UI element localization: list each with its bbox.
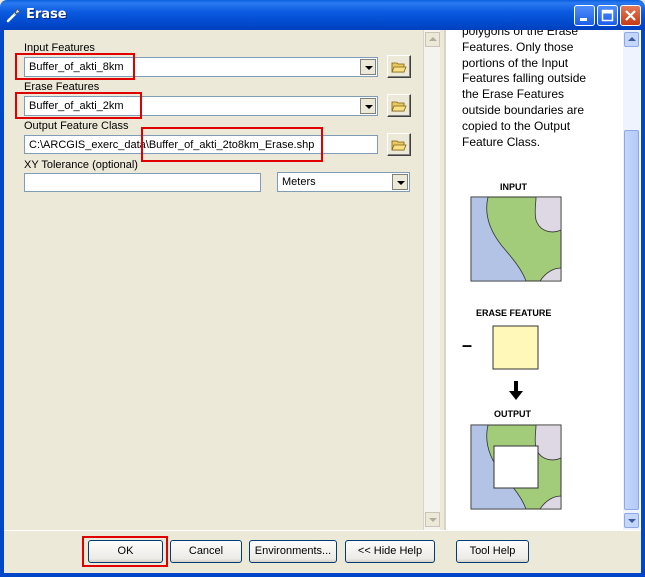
help-line: polygons of the Erase (462, 30, 579, 38)
down-arrow-icon (509, 381, 523, 400)
help-scroll-thumb[interactable] (624, 130, 639, 510)
dialog-button-bar: OK Cancel Environments... << Hide Help T… (4, 530, 641, 573)
window-frame-right (641, 30, 645, 577)
chevron-down-icon[interactable] (360, 59, 376, 75)
erase-features-browse-button[interactable] (387, 94, 411, 117)
input-features-combo[interactable]: Buffer_of_akti_8km (24, 57, 378, 77)
open-folder-icon (391, 140, 407, 151)
help-line: the Erase Features (462, 87, 565, 102)
erase-features-combo[interactable]: Buffer_of_akti_2km (24, 96, 378, 116)
chevron-down-icon[interactable] (392, 174, 408, 190)
minus-sign: – (462, 335, 473, 355)
input-features-label: Input Features (24, 42, 95, 54)
help-panel: polygons of the Erase Features. Only tho… (444, 30, 641, 530)
erase-feature-diagram (492, 325, 539, 370)
environments-button[interactable]: Environments... (249, 540, 337, 563)
input-map-diagram (470, 196, 562, 282)
diagram-erase-label: ERASE FEATURE (476, 308, 552, 318)
parameters-scrollbar[interactable] (423, 30, 440, 530)
maximize-icon (601, 9, 614, 22)
help-line: Feature Class. (462, 134, 541, 149)
close-icon (625, 10, 636, 21)
close-button[interactable] (620, 5, 641, 26)
help-description: polygons of the Erase Features. Only tho… (462, 30, 622, 150)
erase-features-label: Erase Features (24, 81, 100, 93)
output-path-prefix: C:\ARCGIS_exerc_data (29, 139, 146, 151)
diagram-output-label: OUTPUT (494, 409, 531, 419)
help-scrollbar[interactable] (623, 30, 640, 530)
output-feature-class-field[interactable]: C:\ARCGIS_exerc_data\Buffer_of_akti_2to8… (24, 135, 378, 154)
hide-help-button[interactable]: << Hide Help (345, 540, 435, 563)
cancel-button[interactable]: Cancel (170, 540, 242, 563)
output-path-value: C:\ARCGIS_exerc_data\Buffer_of_akti_2to8… (29, 139, 314, 151)
output-feature-class-label: Output Feature Class (24, 120, 129, 132)
open-folder-icon (391, 101, 407, 112)
window-frame-bottom (0, 573, 645, 577)
help-line: Features. Only those (462, 39, 574, 54)
diagram-input-label: INPUT (500, 182, 527, 192)
output-map-diagram (470, 424, 562, 510)
help-line: portions of the Input (462, 55, 569, 70)
help-line: outside boundaries are (462, 102, 585, 117)
open-folder-icon (391, 62, 407, 73)
title-bar[interactable]: Erase (0, 0, 645, 30)
help-line: Features falling outside (462, 71, 587, 86)
chevron-down-icon[interactable] (360, 98, 376, 114)
xy-tolerance-field[interactable] (24, 173, 261, 192)
help-scroll-down-arrow[interactable] (624, 513, 639, 528)
ok-button[interactable]: OK (88, 540, 163, 563)
window-title: Erase (26, 7, 67, 22)
maximize-button[interactable] (597, 5, 618, 26)
scroll-down-arrow[interactable] (425, 512, 440, 527)
xy-tolerance-label: XY Tolerance (optional) (24, 159, 138, 171)
erase-features-value: Buffer_of_akti_2km (29, 100, 124, 112)
help-line: copied to the Output (462, 118, 571, 133)
output-path-suffix: \Buffer_of_akti_2to8km_Erase.shp (145, 139, 315, 151)
input-features-browse-button[interactable] (387, 55, 411, 78)
tool-help-button[interactable]: Tool Help (456, 540, 529, 563)
units-value: Meters (282, 176, 316, 188)
output-browse-button[interactable] (387, 133, 411, 156)
wrench-icon (6, 8, 21, 23)
minimize-button[interactable] (574, 5, 595, 26)
scroll-up-arrow[interactable] (425, 32, 440, 47)
help-scroll-up-arrow[interactable] (624, 32, 639, 47)
xy-tolerance-units-select[interactable]: Meters (277, 172, 410, 192)
parameters-panel: Input Features Buffer_of_akti_8km Erase … (4, 30, 442, 530)
input-features-value: Buffer_of_akti_8km (29, 61, 124, 73)
minimize-icon (580, 18, 587, 21)
